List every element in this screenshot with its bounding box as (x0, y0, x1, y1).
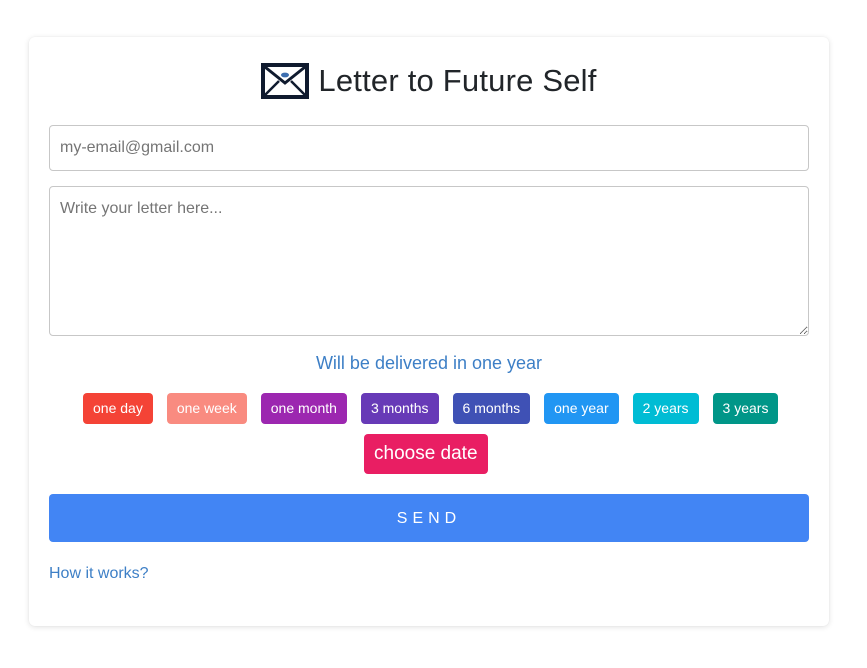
option-6-months[interactable]: 6 months (452, 393, 531, 424)
envelope-icon (261, 63, 310, 99)
delivery-options: one day one week one month 3 months 6 mo… (83, 393, 792, 424)
option-one-day[interactable]: one day (83, 393, 153, 424)
letter-textarea[interactable] (49, 186, 809, 336)
option-one-year[interactable]: one year (544, 393, 619, 424)
delivery-text: Will be delivered in one year (315, 353, 543, 373)
page-title: Letter to Future Self (318, 63, 597, 98)
choose-date-button[interactable]: choose date (364, 434, 488, 474)
option-2-years[interactable]: 2 years (632, 393, 699, 424)
option-3-months[interactable]: 3 months (360, 393, 439, 424)
send-button[interactable]: SEND (49, 494, 809, 542)
email-field[interactable] (49, 125, 809, 171)
option-one-week[interactable]: one week (166, 393, 247, 424)
how-it-works-link[interactable]: How it works? (49, 565, 149, 583)
header: Letter to Future Self (29, 61, 829, 101)
option-one-month[interactable]: one month (260, 393, 347, 424)
letter-card: Letter to Future Self Will be delivered … (29, 37, 829, 626)
option-3-years[interactable]: 3 years (712, 393, 779, 424)
